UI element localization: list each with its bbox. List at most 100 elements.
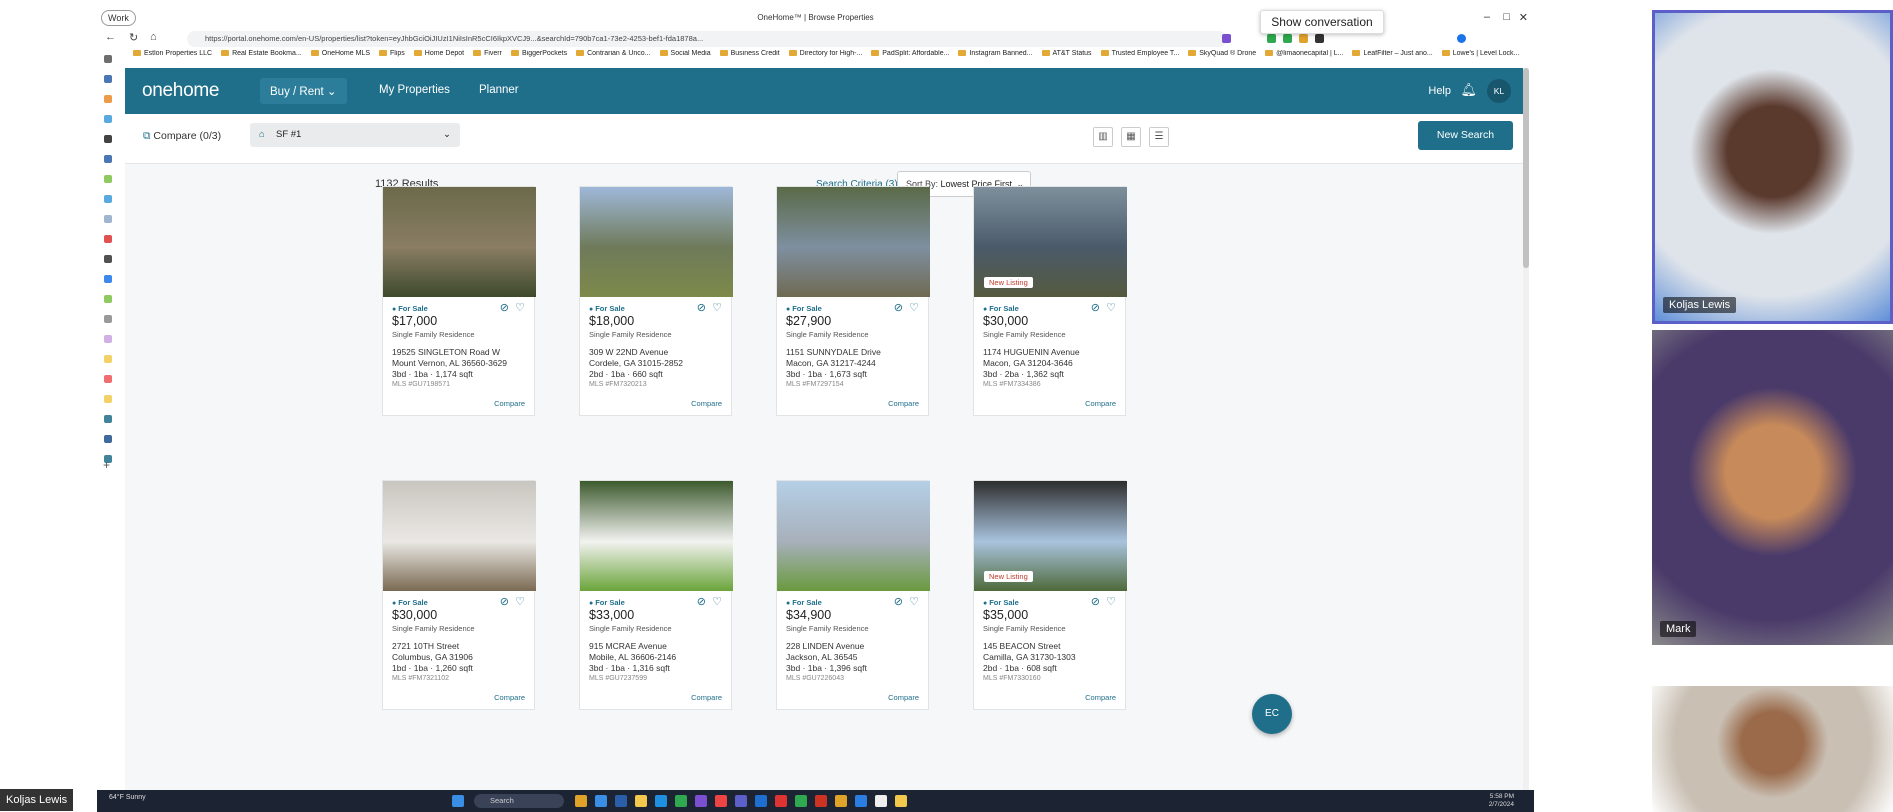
show-conversation-tooltip[interactable]: Show conversation bbox=[1260, 10, 1384, 34]
extension-icon[interactable] bbox=[1299, 34, 1308, 43]
taskbar-app-icon[interactable] bbox=[575, 795, 587, 807]
taskbar-app-icon[interactable] bbox=[875, 795, 887, 807]
chrome-icon[interactable] bbox=[715, 795, 727, 807]
listing-card[interactable]: For Sale ⊘ ♡ $18,000 Single Family Residenc… bbox=[579, 186, 733, 416]
listing-photo[interactable] bbox=[777, 481, 930, 591]
saved-search-select[interactable]: ⌂ SF #1 ⌄ bbox=[250, 123, 460, 147]
extension-icon[interactable] bbox=[1315, 34, 1324, 43]
bookmark-item[interactable]: Real Estate Bookma... bbox=[221, 50, 302, 57]
listing-photo[interactable] bbox=[383, 481, 536, 591]
taskbar-app-icon[interactable] bbox=[835, 795, 847, 807]
bell-icon[interactable]: 🔔︎ bbox=[1460, 82, 1477, 98]
listing-photo[interactable] bbox=[580, 481, 733, 591]
bookmark-item[interactable]: OneHome MLS bbox=[311, 50, 370, 57]
acrobat-icon[interactable] bbox=[815, 795, 827, 807]
dislike-icon[interactable]: ⊘ bbox=[894, 302, 903, 314]
favorite-heart-icon[interactable]: ♡ bbox=[515, 302, 525, 314]
my-properties-link[interactable]: My Properties bbox=[379, 84, 450, 96]
sidebar-icon[interactable] bbox=[104, 235, 112, 243]
sidebar-icon[interactable] bbox=[104, 155, 112, 163]
taskbar-app-icon[interactable] bbox=[775, 795, 787, 807]
bookmark-item[interactable]: Instagram Banned... bbox=[958, 50, 1032, 57]
bookmark-item[interactable]: Trusted Employee T... bbox=[1101, 50, 1180, 57]
bookmark-item[interactable]: Estlon Properties LLC bbox=[133, 50, 212, 57]
extension-icon[interactable] bbox=[1267, 34, 1276, 43]
bookmark-item[interactable]: Social Media bbox=[660, 50, 711, 57]
listing-photo[interactable] bbox=[777, 187, 930, 297]
grid-view-icon[interactable]: ▦ bbox=[1121, 127, 1141, 147]
sidebar-icon[interactable] bbox=[104, 315, 112, 323]
sidebar-icon[interactable] bbox=[104, 115, 112, 123]
user-avatar[interactable]: KL bbox=[1487, 79, 1511, 103]
windows-start-icon[interactable] bbox=[452, 795, 464, 807]
listing-card[interactable]: For Sale ⊘ ♡ $17,000 Single Family Residenc… bbox=[382, 186, 536, 416]
dislike-icon[interactable]: ⊘ bbox=[1091, 596, 1100, 608]
compare-button[interactable]: ⧉ Compare (0/3) bbox=[143, 130, 221, 143]
sidebar-icon[interactable] bbox=[104, 415, 112, 423]
sidebar-icon[interactable] bbox=[104, 435, 112, 443]
sidebar-icon[interactable] bbox=[104, 275, 112, 283]
page-scrollbar[interactable] bbox=[1523, 68, 1529, 790]
participant-video[interactable]: Mark bbox=[1652, 330, 1893, 645]
map-view-icon[interactable]: ▥ bbox=[1093, 127, 1113, 147]
add-icon[interactable]: + bbox=[103, 458, 110, 472]
taskbar-app-icon[interactable] bbox=[855, 795, 867, 807]
sidebar-icon[interactable] bbox=[104, 55, 112, 63]
bookmark-item[interactable]: PadSplit: Affordable... bbox=[871, 50, 949, 57]
outlook-icon[interactable] bbox=[755, 795, 767, 807]
taskbar-app-icon[interactable] bbox=[675, 795, 687, 807]
compare-link[interactable]: Compare bbox=[494, 399, 525, 408]
favorite-heart-icon[interactable]: ♡ bbox=[909, 302, 919, 314]
sidebar-icon[interactable] bbox=[104, 355, 112, 363]
dislike-icon[interactable]: ⊘ bbox=[1091, 302, 1100, 314]
compare-link[interactable]: Compare bbox=[888, 693, 919, 702]
bookmark-item[interactable]: Lowe's | Level Lock... bbox=[1442, 50, 1520, 57]
excel-icon[interactable] bbox=[795, 795, 807, 807]
sidebar-icon[interactable] bbox=[104, 295, 112, 303]
favorite-heart-icon[interactable]: ♡ bbox=[1106, 302, 1116, 314]
edge-icon[interactable] bbox=[655, 795, 667, 807]
dislike-icon[interactable]: ⊘ bbox=[500, 302, 509, 314]
bookmark-item[interactable]: SkyQuad ® Drone bbox=[1188, 50, 1256, 57]
close-icon[interactable]: ✕ bbox=[1519, 11, 1528, 24]
dislike-icon[interactable]: ⊘ bbox=[894, 596, 903, 608]
extension-icon[interactable] bbox=[1222, 34, 1231, 43]
favorite-heart-icon[interactable]: ♡ bbox=[1106, 596, 1116, 608]
sidebar-icon[interactable] bbox=[104, 395, 112, 403]
compare-link[interactable]: Compare bbox=[1085, 693, 1116, 702]
bookmark-item[interactable]: Business Credit bbox=[720, 50, 780, 57]
system-clock[interactable]: 5:58 PM 2/7/2024 bbox=[1489, 793, 1514, 809]
favorite-heart-icon[interactable]: ♡ bbox=[712, 596, 722, 608]
maximize-icon[interactable]: □ bbox=[1503, 11, 1510, 23]
bookmark-item[interactable]: Fiverr bbox=[473, 50, 502, 57]
bookmark-item[interactable]: Contrarian & Unco... bbox=[576, 50, 650, 57]
sidebar-icon[interactable] bbox=[104, 135, 112, 143]
bookmark-item[interactable]: Flips bbox=[379, 50, 405, 57]
buy-rent-menu[interactable]: Buy / Rent ⌄ bbox=[260, 78, 347, 104]
bookmark-item[interactable]: Home Depot bbox=[414, 50, 464, 57]
taskbar-search[interactable]: Search bbox=[474, 794, 564, 808]
sidebar-icon[interactable] bbox=[104, 375, 112, 383]
sidebar-icon[interactable] bbox=[104, 335, 112, 343]
listing-photo[interactable] bbox=[580, 187, 733, 297]
home-icon[interactable]: ⌂ bbox=[150, 31, 157, 43]
bookmark-item[interactable]: LeafFilter – Just ano... bbox=[1352, 50, 1432, 57]
favorite-heart-icon[interactable]: ♡ bbox=[515, 596, 525, 608]
extension-icon[interactable] bbox=[1283, 34, 1292, 43]
onenote-icon[interactable] bbox=[695, 795, 707, 807]
sidebar-icon[interactable] bbox=[104, 175, 112, 183]
listing-card[interactable]: New Listing For Sale ⊘ ♡ $35,000 Single Fami… bbox=[973, 480, 1127, 710]
chat-bubble-button[interactable]: EC bbox=[1252, 694, 1292, 734]
help-link[interactable]: Help bbox=[1428, 85, 1451, 97]
bookmark-item[interactable]: AT&T Status bbox=[1042, 50, 1092, 57]
listing-card[interactable]: For Sale ⊘ ♡ $33,000 Single Family Residenc… bbox=[579, 480, 733, 710]
compare-link[interactable]: Compare bbox=[1085, 399, 1116, 408]
sidebar-icon[interactable] bbox=[104, 195, 112, 203]
listing-card[interactable]: New Listing For Sale ⊘ ♡ $30,000 Single Fami… bbox=[973, 186, 1127, 416]
taskbar-app-icon[interactable] bbox=[595, 795, 607, 807]
compare-link[interactable]: Compare bbox=[888, 399, 919, 408]
reload-icon[interactable]: ↻ bbox=[129, 31, 138, 44]
bookmark-item[interactable]: BiggerPockets bbox=[511, 50, 567, 57]
weather-widget[interactable]: 64°F Sunny bbox=[109, 794, 146, 801]
listing-card[interactable]: For Sale ⊘ ♡ $30,000 Single Family Residenc… bbox=[382, 480, 536, 710]
